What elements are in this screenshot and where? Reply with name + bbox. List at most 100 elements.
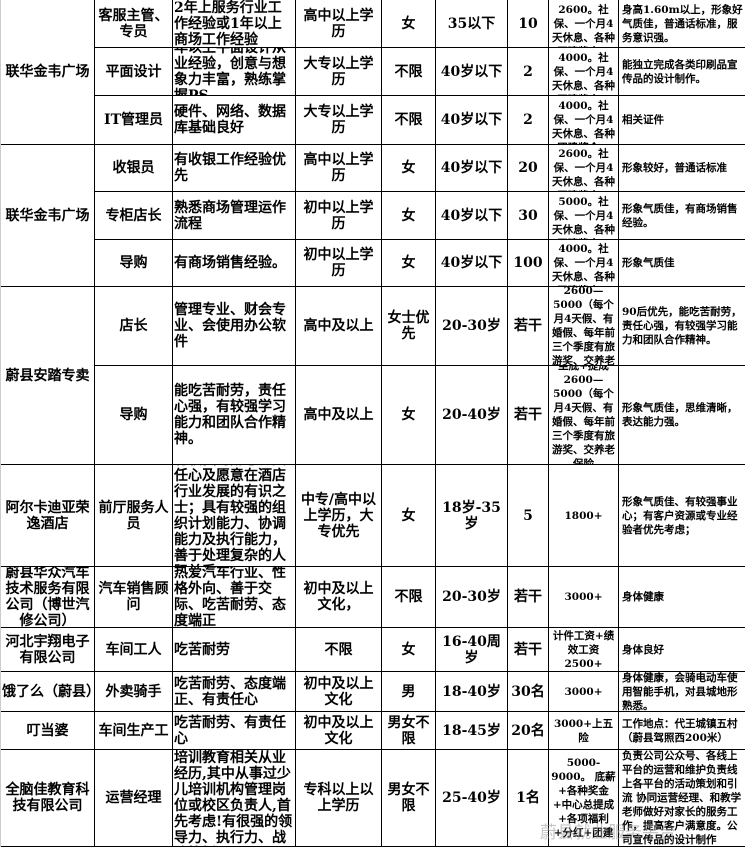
note-text: 相关证件 <box>622 114 664 126</box>
salary-text: 2600-4000。社保、一个月4天休息、各种团建奖金、 <box>552 96 615 144</box>
education-text: 大专以上学历 <box>303 55 374 88</box>
note-text: 负责公司公众号、各线上平台的运营和维护负责线上各平台的活动策划和引流 协同运营经… <box>622 750 742 846</box>
requirement-cell: 管理专业、财会专业、会使用办公软件 <box>173 287 296 366</box>
note-cell: 工作地点：代王城镇五村（蔚县驾照西200米） <box>619 712 745 750</box>
position-cell: 车间工人 <box>95 628 173 672</box>
gender-text: 不限 <box>394 63 423 80</box>
note-text: 身高1.60m以上，形象好气质佳，普通话标准，服务意识强。 <box>622 3 743 44</box>
note-cell: 形象气质佳、有较强事业心；有客户资源或专业经验者优先考虑； <box>619 465 745 567</box>
count-text: 30 <box>518 207 538 224</box>
age-text: 20-30岁 <box>442 318 501 334</box>
age-cell: 20-30岁 <box>436 567 508 628</box>
education-text: 初中以上学历 <box>303 199 374 232</box>
company-name: 联华金韦广场 <box>5 64 90 80</box>
age-cell: 16-40周岁 <box>436 628 508 672</box>
age-text: 18-45岁 <box>442 722 501 739</box>
position-text: 外卖骑手 <box>105 683 162 700</box>
requirement-cell: 有商场销售经验。 <box>173 240 296 287</box>
position-text: 平面设计 <box>105 63 162 80</box>
gender-text: 男女不限 <box>387 714 430 747</box>
company-cell: 蔚县华众汽车技术服务有限公司（博世汽修公司） <box>1 567 95 628</box>
headcount-cell: 20 <box>508 145 549 192</box>
salary-text: 2600-4000。社保、一个月4天休息、各种团建奖金、 <box>552 48 615 95</box>
company-cell: 全脑佳教育科技有限公司 <box>1 750 95 847</box>
education-cell: 高中以上学历 <box>296 0 382 48</box>
age-text: 25-40岁 <box>442 790 501 806</box>
education-cell: 初中及以上文化 <box>296 712 382 750</box>
gender-cell: 女 <box>382 145 436 192</box>
count-text: 2 <box>523 112 533 128</box>
age-cell: 18-45岁 <box>436 712 508 750</box>
salary-cell: 2000-4000。社保、一个月4天休息、各种团建奖金、 <box>549 240 619 287</box>
gender-text: 女 <box>401 255 416 271</box>
age-text: 18岁-35岁 <box>442 499 501 532</box>
age-cell: 18-40岁 <box>436 672 508 712</box>
gender-cell: 男女不限 <box>382 750 436 847</box>
salary-cell: 3000-5000。社保、一个月4天休息、各种团建奖金、 <box>549 192 619 240</box>
headcount-cell: 1名 <box>508 750 549 847</box>
salary-text: 3000+ <box>564 685 603 698</box>
position-text: 汽车销售顾问 <box>98 581 169 613</box>
salary-cell: 2600-4000。社保、一个月4天休息、各种团建奖金、 <box>549 48 619 96</box>
position-text: 前厅服务人员 <box>98 499 169 532</box>
headcount-cell: 若干 <box>508 567 549 628</box>
position-cell: 导购 <box>95 240 173 287</box>
requirement-text: 吃苦耐劳、有责任心 <box>174 714 286 747</box>
company-cell: 河北宇翔电子有限公司 <box>1 628 95 672</box>
requirement-cell: 有较强的耐心、责任心及愿意在酒店行业发展的有识之士；具有较强的组织计划能力、协调… <box>173 465 296 567</box>
age-text: 40岁以下 <box>440 112 503 128</box>
count-text: 若干 <box>514 641 542 658</box>
requirement-cell: 热爱汽车行业、性格外向、善于交际、吃苦耐劳、态度端正 <box>173 567 296 628</box>
position-text: 专柜店长 <box>105 207 162 224</box>
age-cell: 18岁-35岁 <box>436 465 508 567</box>
requirement-text: 硬件、网络、数据库基础良好 <box>174 104 286 136</box>
salary-cell: 1800+ <box>549 465 619 567</box>
gender-cell: 女 <box>382 465 436 567</box>
gender-text: 男女不限 <box>387 782 430 814</box>
count-text: 5 <box>523 507 533 524</box>
gender-cell: 不限 <box>382 48 436 96</box>
gender-cell: 女 <box>382 192 436 240</box>
salary-text: 1800-2600。社保、一个月4天休息、各种团建奖金、 <box>552 145 615 191</box>
headcount-cell: 30名 <box>508 672 549 712</box>
count-text: 20 <box>518 160 538 176</box>
requirement-text: 吃苦耐劳、态度端正、有责任心 <box>174 675 286 708</box>
age-cell: 40岁以下 <box>436 145 508 192</box>
gender-cell: 女 <box>382 240 436 287</box>
salary-text: 1800-2600。社保、一个月4天休息、各种团建奖金、 <box>552 0 615 47</box>
education-text: 大专以上学历 <box>303 104 374 136</box>
salary-text: 坐底+提成2600—5000（每个月4天假、有婚假、每年前三个季度有旅游奖、交养… <box>552 366 615 465</box>
company-name: 全脑佳教育科技有限公司 <box>5 782 90 814</box>
requirement-cell: 熟悉商场管理运作流程 <box>173 192 296 240</box>
note-cell: 能独立完成各类印刷品宣传品的设计制作。 <box>619 48 745 96</box>
position-text: 车间生产工 <box>98 722 169 739</box>
salary-cell: 2600-4000。社保、一个月4天休息、各种团建奖金、 <box>549 96 619 145</box>
requirement-text: 能吃苦耐劳，责任心强，有较强学习能力和团队合作精神。 <box>174 383 286 447</box>
count-text: 20名 <box>511 722 545 739</box>
age-cell: 25-40岁 <box>436 750 508 847</box>
gender-text: 女 <box>401 507 416 524</box>
gender-text: 女 <box>401 207 416 224</box>
salary-cell: 坐底+提成2600—5000（每个月4天假、有婚假、每年前三个季度有旅游奖、交养… <box>549 366 619 465</box>
salary-text: 3000-5000。社保、一个月4天休息、各种团建奖金、 <box>552 192 615 239</box>
count-text: 若干 <box>514 407 542 423</box>
note-cell: 形象气质佳 <box>619 240 745 287</box>
gender-cell: 女 <box>382 0 436 48</box>
salary-text: 计件工资+绩效工资2500+ <box>552 629 615 670</box>
salary-cell: 1800-2600。社保、一个月4天休息、各种团建奖金、 <box>549 0 619 48</box>
education-cell: 初中及以上文化， <box>296 567 382 628</box>
note-text: 形象气质佳，思维清晰，表达能力强。 <box>622 402 738 428</box>
age-text: 20-40岁 <box>442 407 501 423</box>
note-text: 能独立完成各类印刷品宣传品的设计制作。 <box>622 58 738 85</box>
education-cell: 高中及以上 <box>296 287 382 366</box>
position-text: 客服主管、专员 <box>98 7 169 40</box>
company-cell: 联华金韦广场 <box>1 0 95 145</box>
note-text: 身体健康 <box>622 591 664 603</box>
headcount-cell: 2 <box>508 48 549 96</box>
position-cell: 客服主管、专员 <box>95 0 173 48</box>
count-text: 1名 <box>516 790 540 806</box>
note-cell: 身体健康 <box>619 567 745 628</box>
education-cell: 初中以上学历 <box>296 192 382 240</box>
company-name: 蔚县安踏专卖 <box>5 367 90 384</box>
gender-text: 女 <box>401 15 416 32</box>
